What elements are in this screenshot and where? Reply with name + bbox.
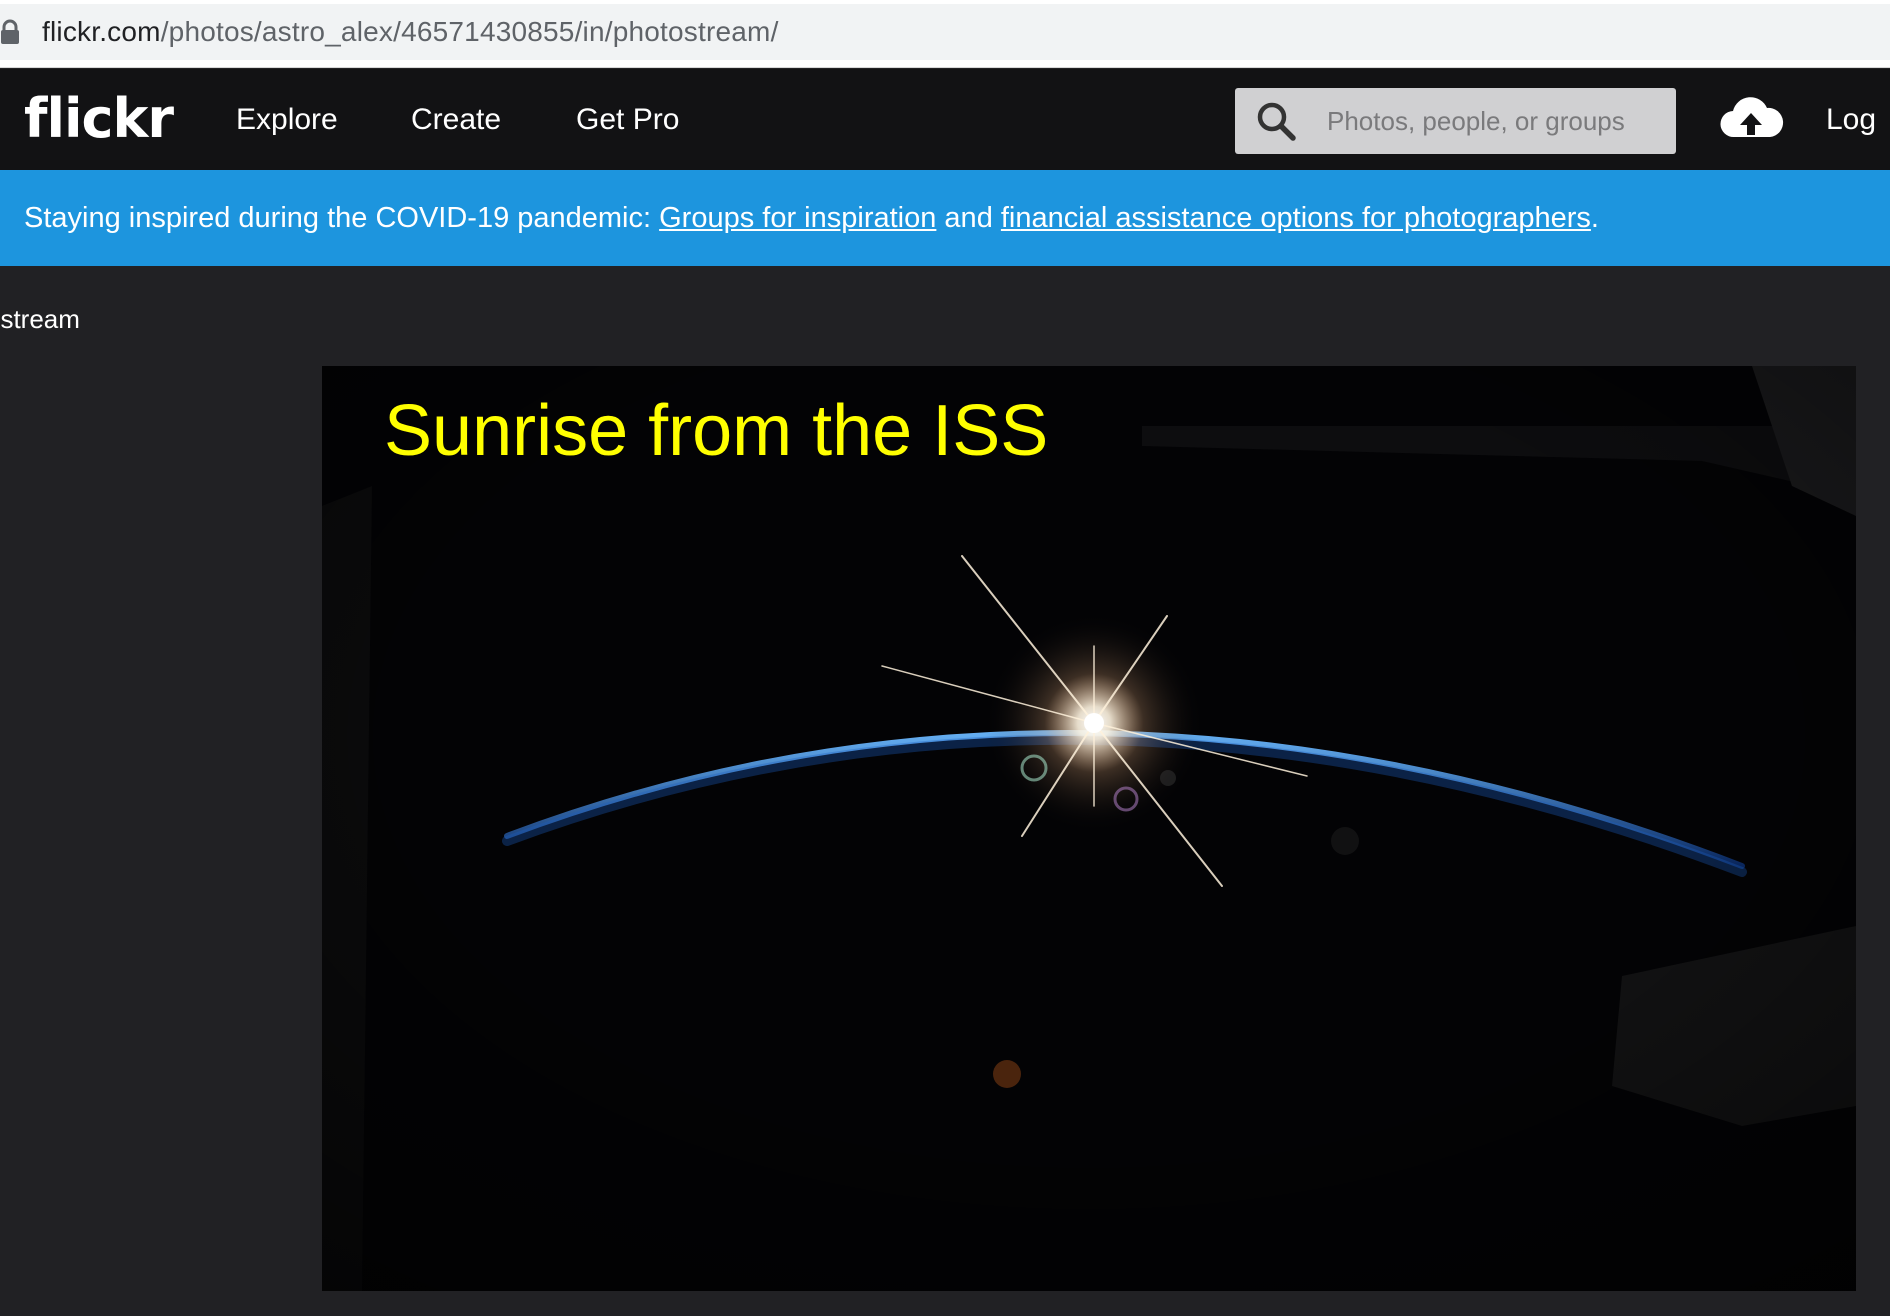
main-photo[interactable]: Sunrise from the ISS	[322, 366, 1856, 1291]
covid-banner: Staying inspired during the COVID-19 pan…	[0, 170, 1890, 266]
nav-link-explore[interactable]: Explore	[236, 101, 338, 139]
search-box[interactable]	[1235, 88, 1676, 154]
login-link[interactable]: Log	[1826, 101, 1876, 139]
search-icon[interactable]	[1255, 100, 1297, 142]
site-navbar: flickr Explore Create Get Pro Log	[0, 69, 1890, 170]
financial-assistance-link[interactable]: financial assistance options for photogr…	[1001, 202, 1591, 234]
banner-text-prefix: Staying inspired during the COVID-19 pan…	[24, 202, 660, 234]
flickr-logo[interactable]: flickr	[24, 87, 174, 151]
lock-icon	[0, 19, 20, 45]
groups-for-inspiration-link[interactable]: Groups for inspiration	[659, 202, 936, 234]
nav-link-get-pro[interactable]: Get Pro	[576, 101, 679, 139]
url-path: /photos/astro_alex/46571430855/in/photos…	[160, 16, 779, 47]
back-to-photostream-link[interactable]: ostream	[0, 303, 80, 335]
banner-text-suffix: .	[1590, 202, 1599, 234]
browser-address-bar: flickr.com/photos/astro_alex/46571430855…	[0, 0, 1890, 68]
sunrise-earth-horizon-image	[322, 366, 1856, 1291]
url-field[interactable]: flickr.com/photos/astro_alex/46571430855…	[0, 4, 1890, 60]
photo-caption: Sunrise from the ISS	[384, 391, 1049, 471]
upload-cloud-icon[interactable]	[1718, 93, 1784, 147]
url-text[interactable]: flickr.com/photos/astro_alex/46571430855…	[42, 16, 779, 48]
banner-text-middle: and	[936, 202, 1001, 234]
url-host: flickr.com	[42, 16, 161, 47]
search-input[interactable]	[1325, 104, 1665, 138]
nav-link-create[interactable]: Create	[411, 101, 501, 139]
